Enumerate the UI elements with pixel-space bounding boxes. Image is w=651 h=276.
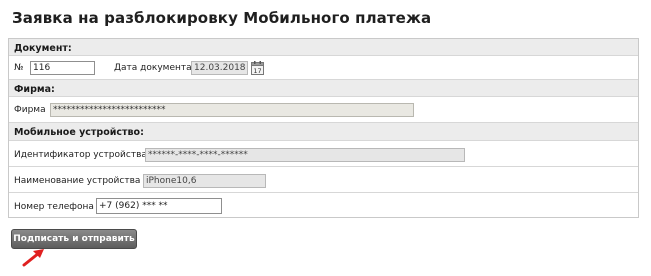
device-id-row: Идентификатор устройства [9, 141, 638, 167]
company-name-input[interactable] [50, 103, 414, 117]
document-number-label: № [14, 63, 24, 73]
device-name-input[interactable] [143, 174, 266, 188]
device-name-row: Наименование устройства [9, 167, 638, 193]
device-id-input[interactable] [145, 148, 465, 162]
company-section-label: Фирма: [14, 84, 55, 95]
device-section-header: Мобильное устройство: [9, 123, 638, 141]
phone-label: Номер телефона [14, 202, 94, 212]
page-title: Заявка на разблокировку Мобильного плате… [12, 9, 432, 27]
device-id-label: Идентификатор устройства [14, 150, 147, 160]
document-number-input[interactable] [30, 61, 95, 75]
document-row: № Дата документа 17 [9, 56, 638, 80]
calendar-icon[interactable]: 17 [251, 61, 264, 75]
document-date-input[interactable] [191, 61, 248, 75]
document-date-label: Дата документа [114, 63, 192, 73]
calendar-day-text: 17 [253, 67, 261, 75]
company-section-header: Фирма: [9, 80, 638, 97]
company-name-label: Фирма [14, 105, 46, 115]
device-name-label: Наименование устройства [14, 176, 141, 186]
red-arrow-icon [22, 249, 44, 267]
phone-row: Номер телефона [9, 193, 638, 218]
unlock-request-form: Документ: № Дата документа 17 Фирма: Фир… [8, 38, 639, 218]
phone-input[interactable] [96, 198, 222, 214]
document-section-label: Документ: [14, 43, 72, 54]
device-section-label: Мобильное устройство: [14, 127, 144, 138]
document-section-header: Документ: [9, 39, 638, 56]
company-row: Фирма [9, 97, 638, 123]
